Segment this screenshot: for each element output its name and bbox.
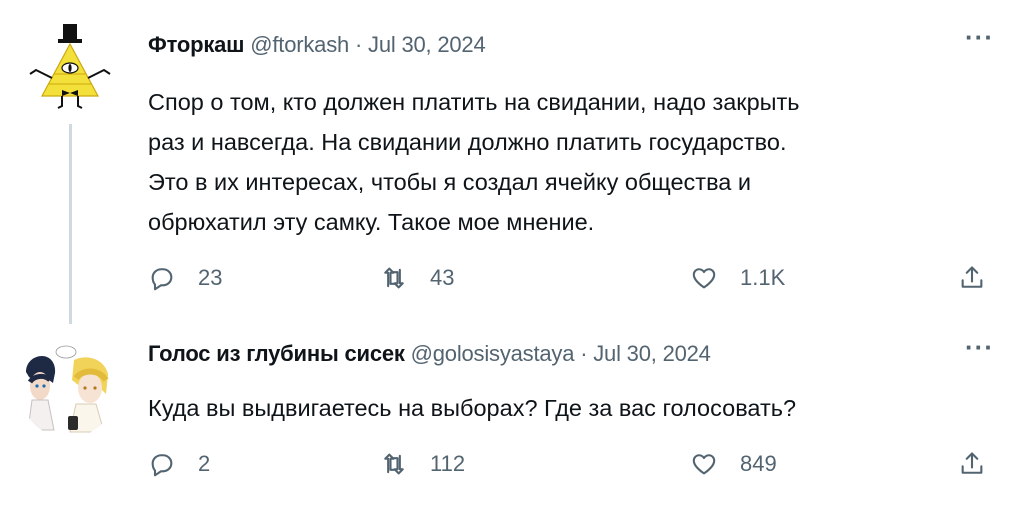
retweet-button[interactable]: 43 [380, 264, 454, 292]
separator-dot: · [354, 32, 363, 57]
more-icon[interactable]: ··· [965, 22, 994, 53]
user-handle[interactable]: @ftorkash [250, 32, 349, 57]
like-count: 849 [740, 451, 777, 476]
tweet-actions: 2 112 849 [148, 450, 998, 490]
tweet-date[interactable]: Jul 30, 2024 [368, 32, 486, 57]
display-name[interactable]: Фторкаш [148, 32, 245, 57]
reply-button[interactable]: 23 [148, 264, 222, 292]
share-button[interactable] [958, 450, 986, 478]
share-icon [961, 266, 983, 288]
more-icon[interactable]: ··· [965, 332, 994, 363]
like-count: 1.1K [740, 265, 786, 290]
retweet-icon [384, 267, 404, 289]
tweet-header: Фторкаш @ftorkash · Jul 30, 2024 [148, 32, 486, 58]
retweet-count: 112 [430, 451, 466, 476]
separator-dot: · [580, 341, 588, 366]
tweet-date[interactable]: Jul 30, 2024 [593, 341, 711, 366]
reply-icon [151, 268, 173, 291]
like-icon [692, 454, 716, 475]
reply-count: 23 [198, 265, 223, 290]
reply-icon [151, 454, 173, 477]
tweet-1[interactable]: Фторкаш @ftorkash · Jul 30, 2024 ··· Спо… [0, 0, 1024, 330]
tweet-text: Куда вы выдвигаетесь на выборах? Где за … [148, 388, 988, 428]
tweet-2[interactable]: Голос из глубины сисек @golosisyastaya ·… [0, 330, 1024, 512]
retweet-icon [384, 453, 404, 475]
tweet-text-line: обрюхатил эту самку. Такое мое мнение. [148, 209, 595, 235]
retweet-count: 43 [430, 265, 455, 290]
reply-button[interactable]: 2 [148, 450, 210, 478]
share-icon [961, 452, 983, 474]
tweet-header: Голос из глубины сисек @golosisyastaya ·… [148, 341, 711, 367]
retweet-button[interactable]: 112 [380, 450, 465, 478]
thread-connector-line [69, 124, 72, 324]
like-button[interactable]: 1.1K [690, 264, 785, 292]
tweet-text-line: раз и навсегда. На свидании должно плати… [148, 129, 787, 155]
share-button[interactable] [958, 264, 986, 292]
avatar[interactable] [22, 22, 118, 118]
tweet-text-line: Куда вы выдвигаетесь на выборах? Где за … [148, 395, 797, 421]
avatar[interactable] [20, 342, 116, 438]
like-button[interactable]: 849 [690, 450, 777, 478]
tweet-text: Спор о том, кто должен платить на свидан… [148, 82, 988, 242]
user-handle[interactable]: @golosisyastaya [411, 341, 575, 366]
tweet-actions: 23 43 1.1K [148, 264, 998, 304]
triangle-character-avatar-icon [22, 22, 118, 118]
display-name[interactable]: Голос из глубины сисек [148, 341, 405, 366]
tweet-text-line: Это в их интересах, чтобы я создал ячейк… [148, 169, 752, 195]
anime-characters-avatar-icon [20, 342, 116, 438]
like-icon [692, 268, 716, 289]
reply-count: 2 [198, 451, 211, 476]
tweet-text-line: Спор о том, кто должен платить на свидан… [148, 89, 800, 115]
